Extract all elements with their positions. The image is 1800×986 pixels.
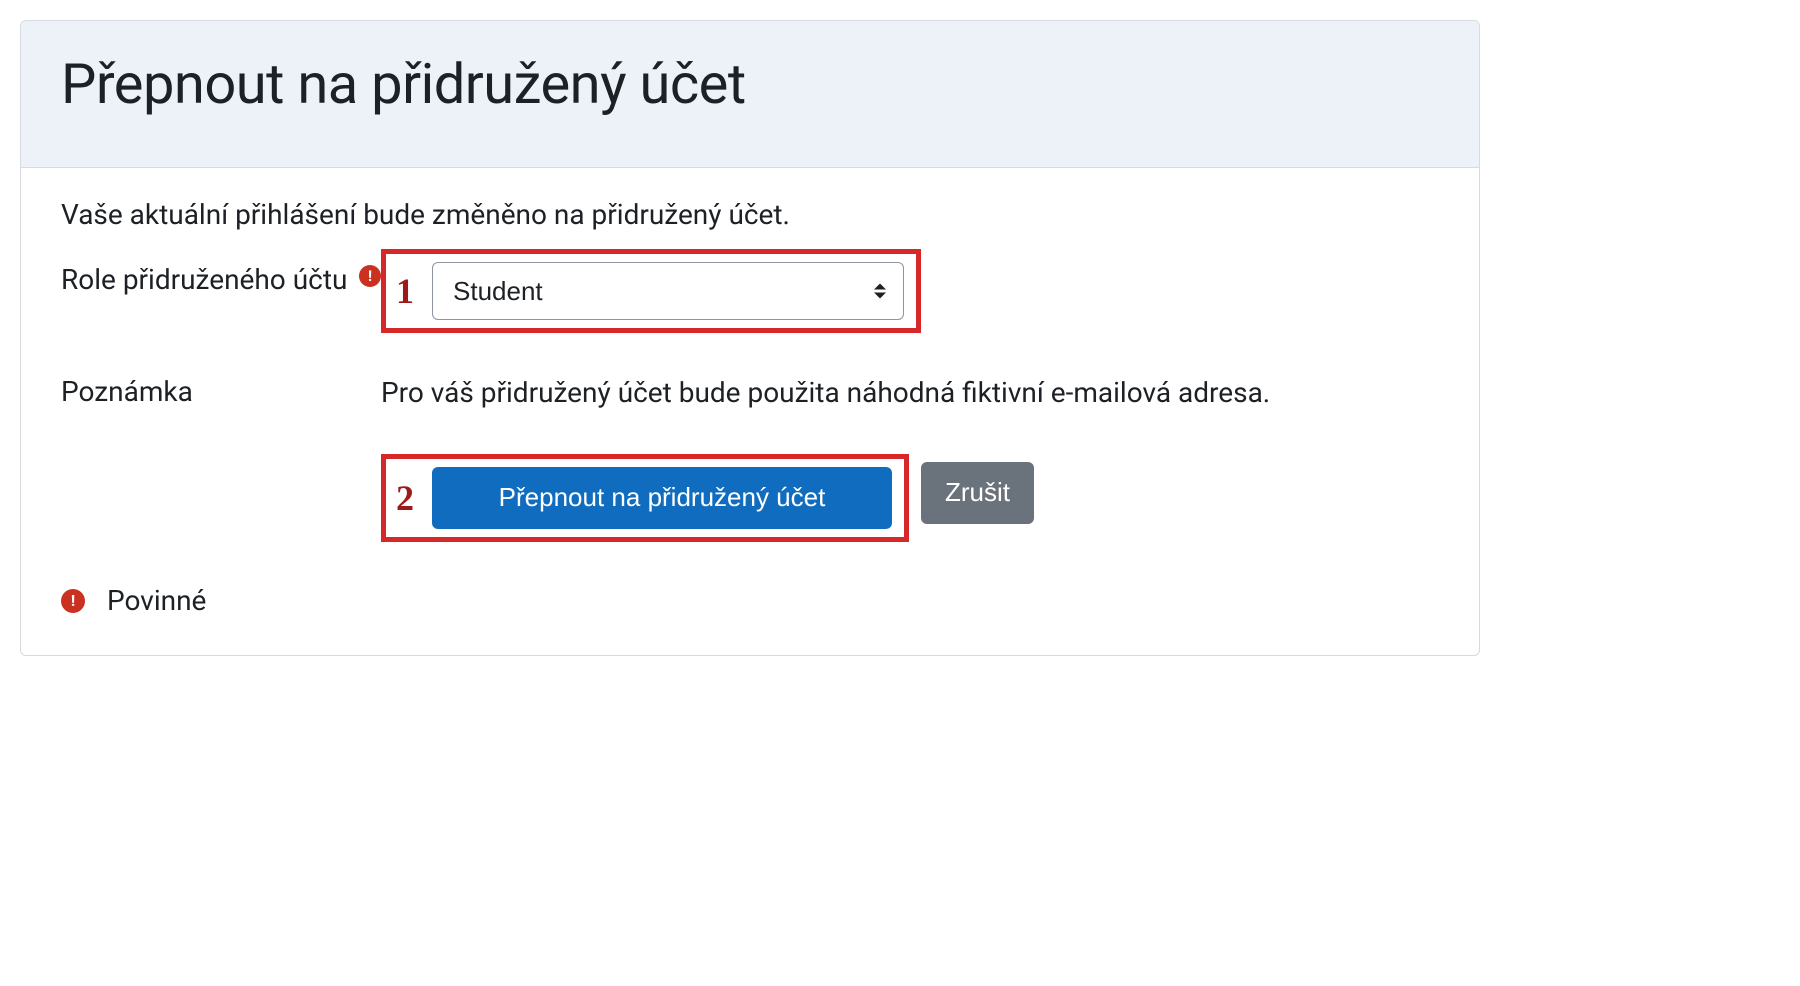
annotation-box-2: 2 Přepnout na přidružený účet [381, 454, 909, 542]
panel-body: Vaše aktuální přihlášení bude změněno na… [21, 168, 1479, 655]
panel-header: Přepnout na přidružený účet [21, 21, 1479, 168]
annotation-box-1: 1 Student [381, 249, 921, 333]
required-icon: ! [359, 265, 381, 287]
required-legend-icon: ! [61, 589, 85, 613]
button-row: 2 Přepnout na přidružený účet Zrušit [381, 454, 1439, 542]
note-text: Pro váš přidružený účet bude použita náh… [381, 371, 1439, 414]
intro-text: Vaše aktuální přihlášení bude změněno na… [61, 198, 1439, 231]
role-label-col: Role přidruženého účtu ! [61, 249, 381, 301]
note-row: Poznámka Pro váš přidružený účet bude po… [61, 371, 1439, 542]
role-control-col: 1 Student [381, 249, 1439, 333]
required-legend: ! Povinné [61, 584, 1439, 617]
switch-account-panel: Přepnout na přidružený účet Vaše aktuáln… [20, 20, 1480, 656]
cancel-button[interactable]: Zrušit [921, 462, 1034, 524]
note-control-col: Pro váš přidružený účet bude použita náh… [381, 371, 1439, 542]
page-title: Přepnout na přidružený účet [61, 51, 1439, 117]
note-label: Poznámka [61, 371, 381, 413]
annotation-number-1: 1 [396, 273, 414, 309]
role-select[interactable]: Student [432, 262, 904, 320]
role-label: Role přidruženého účtu [61, 259, 353, 301]
annotation-number-2: 2 [396, 480, 414, 516]
note-label-col: Poznámka [61, 371, 381, 413]
required-legend-label: Povinné [107, 584, 206, 617]
submit-button[interactable]: Přepnout na přidružený účet [432, 467, 892, 529]
role-row: Role přidruženého účtu ! 1 Student [61, 249, 1439, 333]
role-select-wrapper: Student [432, 262, 904, 320]
